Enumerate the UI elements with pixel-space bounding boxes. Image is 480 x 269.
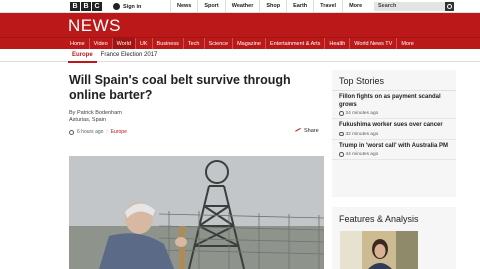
top-story-title[interactable]: Fillon fights on as payment scandal grow… <box>339 94 449 109</box>
article-headline: Will Spain's coal belt survive through o… <box>69 73 291 102</box>
global-nav-earth[interactable]: Earth <box>286 0 313 13</box>
share-button[interactable]: Share <box>296 128 319 134</box>
top-story-time: 32 minutes ago <box>339 132 449 137</box>
share-label: Share <box>304 128 319 134</box>
top-story-time: 44 minutes ago <box>339 152 449 157</box>
clock-icon <box>339 131 344 137</box>
global-nav-travel[interactable]: Travel <box>313 0 342 13</box>
article-photo <box>69 156 324 269</box>
global-nav-shop[interactable]: Shop <box>259 0 286 13</box>
bbc-top-bar: B B C Sign in News Sport Weather Shop Ea… <box>0 0 480 13</box>
top-story-item[interactable]: Fillon fights on as payment scandal grow… <box>332 91 456 119</box>
feature-thumbnail[interactable] <box>340 231 418 269</box>
article-time: 6 hours ago <box>77 129 104 135</box>
global-nav-news[interactable]: News <box>170 0 197 13</box>
top-story-title[interactable]: Fukushima worker sues over cancer <box>339 122 449 130</box>
global-nav-more[interactable]: More <box>342 0 368 13</box>
bbc-logo[interactable]: B B C <box>70 2 102 11</box>
logo-letter-b1: B <box>70 2 80 11</box>
top-story-time-text: 32 minutes ago <box>345 131 379 137</box>
logo-letter-b2: B <box>81 2 91 11</box>
subnav-europe[interactable]: Europe <box>68 49 97 63</box>
clock-icon <box>339 111 344 116</box>
news-title[interactable]: NEWS <box>68 16 121 36</box>
top-stories-heading: Top Stories <box>332 70 456 91</box>
article-meta: 6 hours ago | Europe <box>69 129 127 135</box>
user-icon <box>113 3 120 10</box>
news-nav: Home Video World UK Business Tech Scienc… <box>0 37 480 50</box>
top-story-title[interactable]: Trump in 'worst call' with Australia PM <box>339 143 449 151</box>
global-nav-sport[interactable]: Sport <box>197 0 224 13</box>
meta-separator: | <box>106 129 108 135</box>
top-story-time-text: 44 minutes ago <box>345 152 379 157</box>
features-heading: Features & Analysis <box>339 214 419 224</box>
search-icon[interactable] <box>445 2 454 11</box>
share-icon <box>296 128 302 134</box>
clock-icon <box>339 152 344 157</box>
byline: By Patrick Bodenham Asturias, Spain <box>69 110 122 124</box>
subnav-france-election[interactable]: France Election 2017 <box>97 49 162 63</box>
logo-letter-c: C <box>92 2 102 11</box>
search-input[interactable]: Search <box>374 2 452 11</box>
features-panel: Features & Analysis <box>332 207 456 269</box>
global-nav: News Sport Weather Shop Earth Travel Mor… <box>170 0 368 13</box>
top-story-item[interactable]: Fukushima worker sues over cancer 32 min… <box>332 119 456 140</box>
top-stories-panel: Top Stories Fillon fights on as payment … <box>332 70 456 197</box>
author-name: By Patrick Bodenham <box>69 110 122 116</box>
photo-coal-mine-headframe <box>69 156 324 269</box>
top-story-time-text: 24 minutes ago <box>345 111 379 116</box>
sign-in-link[interactable]: Sign in <box>113 2 141 11</box>
global-nav-weather[interactable]: Weather <box>224 0 260 13</box>
feature-photo <box>340 231 418 269</box>
author-location: Asturias, Spain <box>69 117 106 123</box>
article-category-link[interactable]: Europe <box>111 129 127 135</box>
top-story-time: 24 minutes ago <box>339 111 449 116</box>
top-story-item[interactable]: Trump in 'worst call' with Australia PM … <box>332 140 456 160</box>
sign-in-label: Sign in <box>123 3 142 10</box>
news-banner: NEWS <box>0 13 480 37</box>
sub-nav: Europe France Election 2017 <box>0 49 480 63</box>
clock-icon <box>69 129 74 135</box>
